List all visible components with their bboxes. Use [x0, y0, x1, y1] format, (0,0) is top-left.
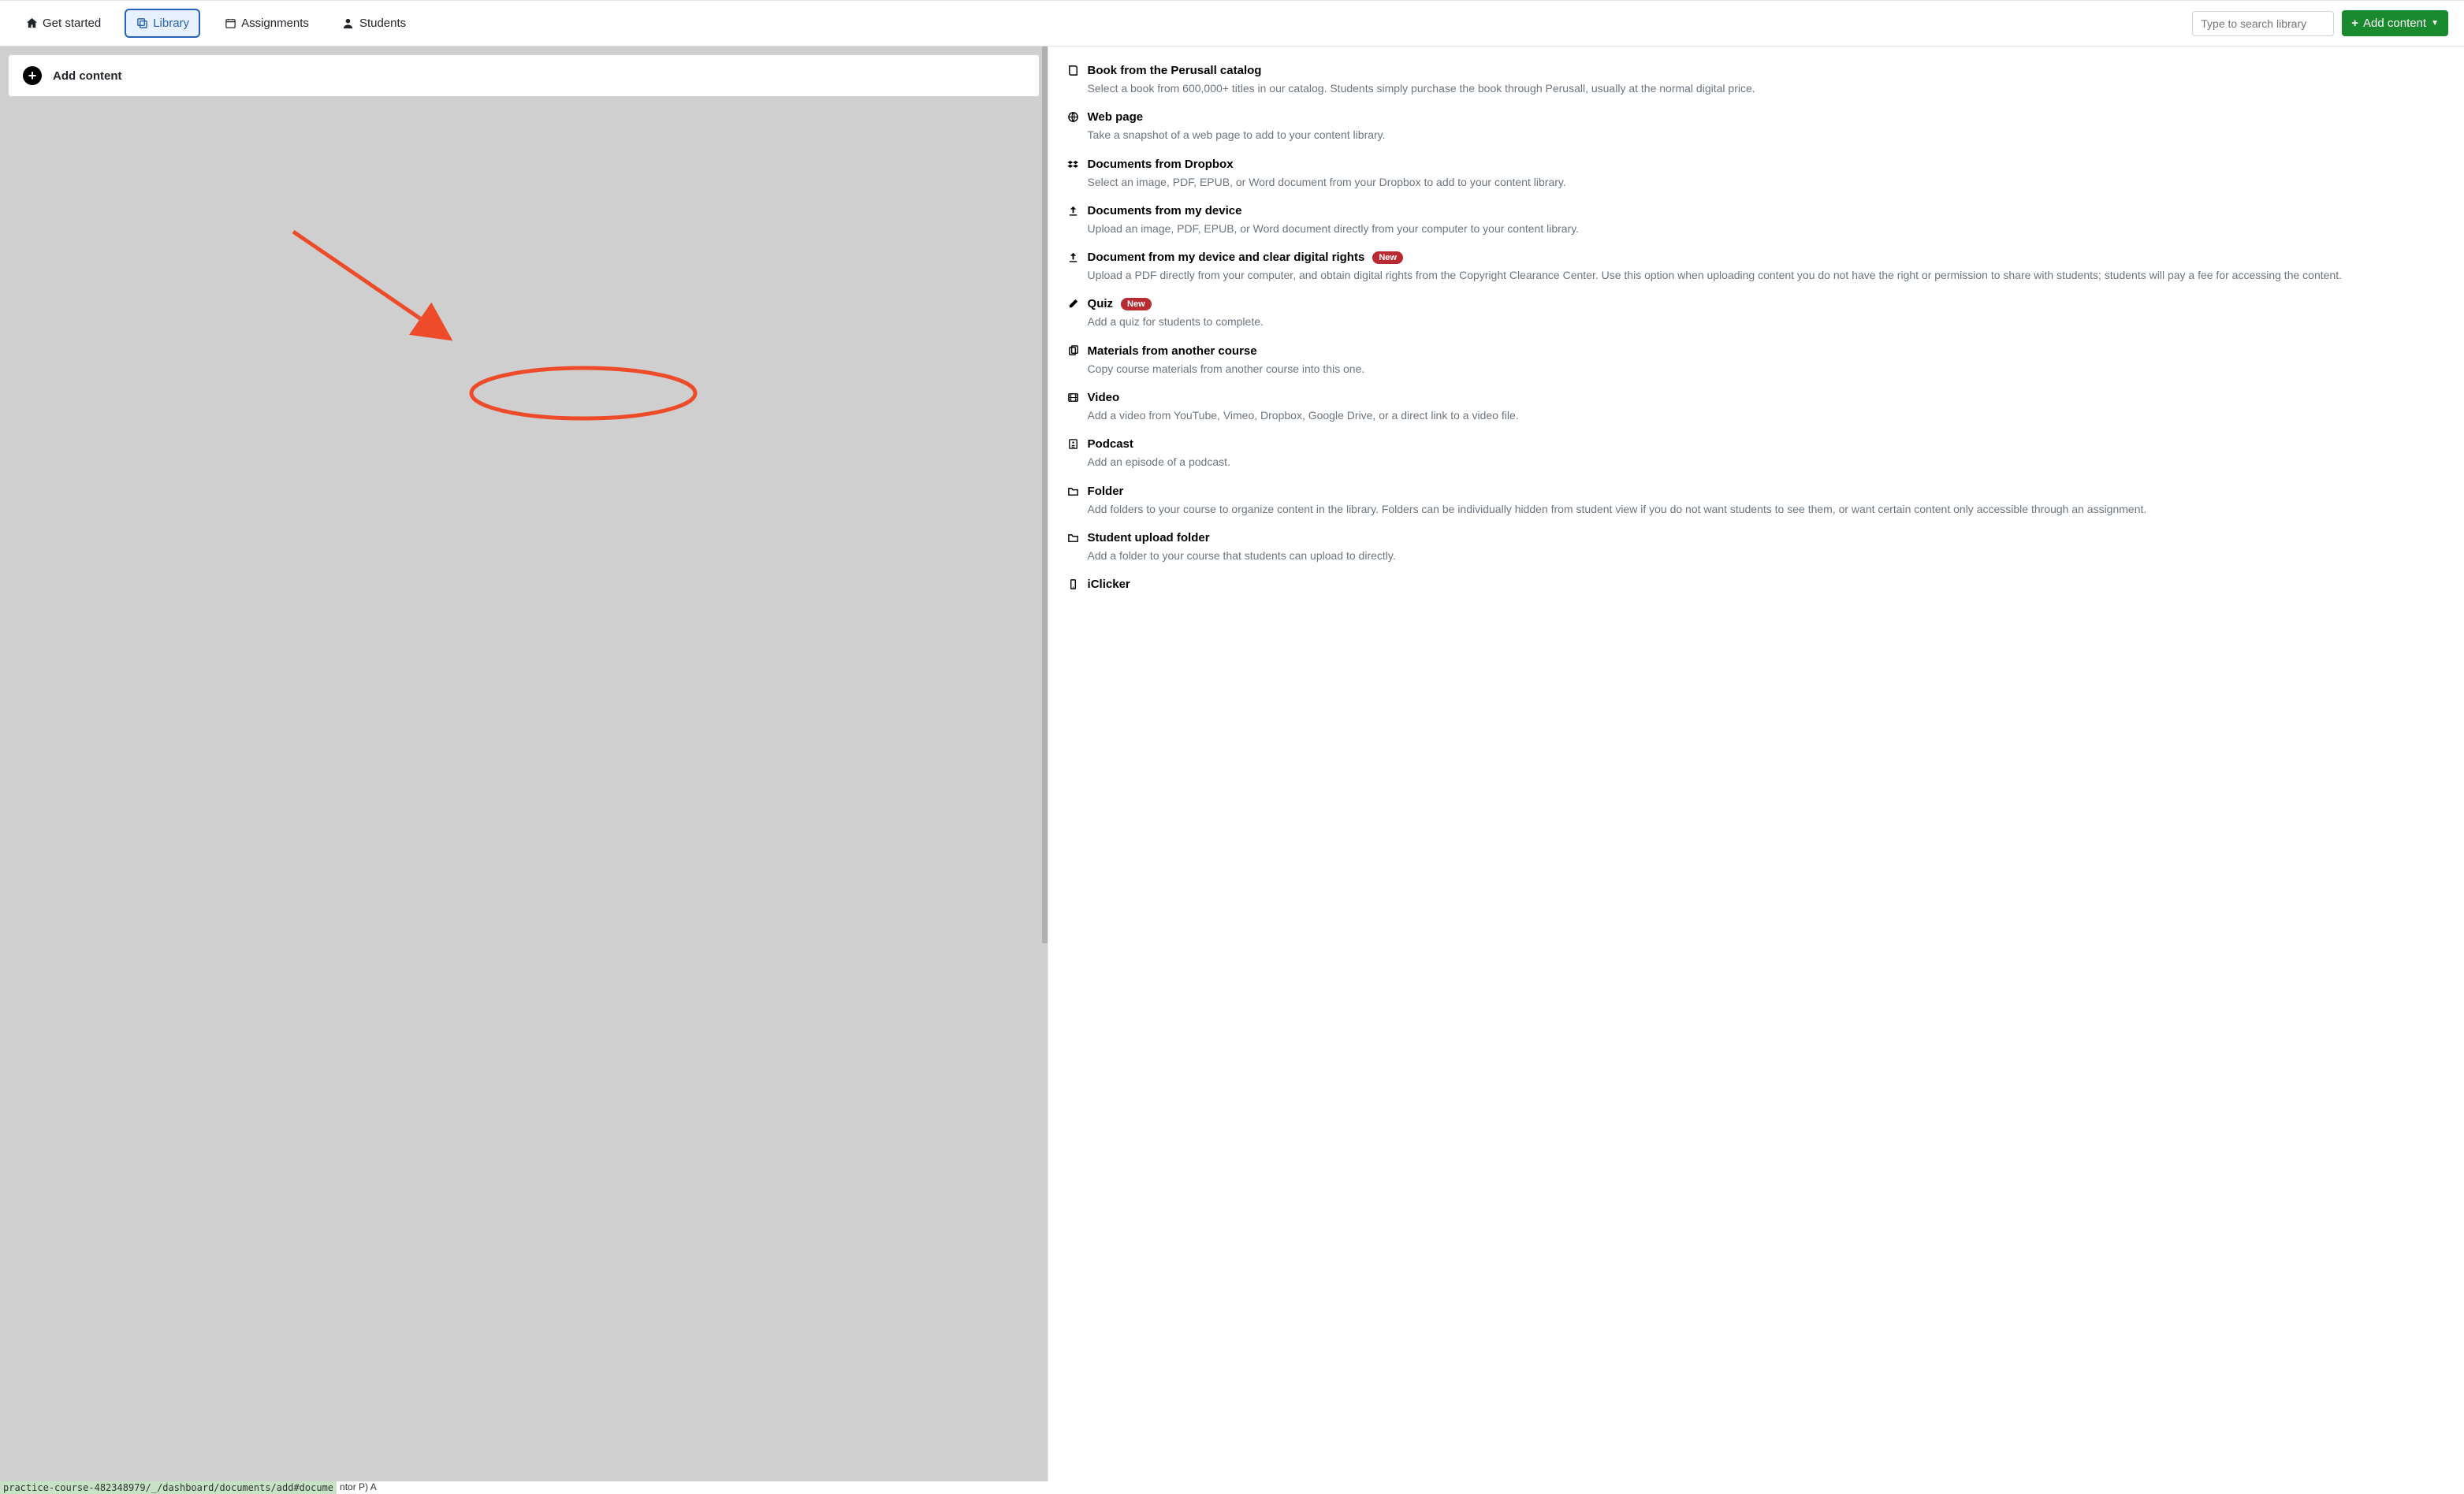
option-title: Documents from Dropbox: [1088, 158, 1234, 171]
option-title: Web page: [1088, 110, 1144, 124]
option-title: iClicker: [1088, 578, 1130, 591]
new-badge: New: [1372, 251, 1403, 264]
option-desc: Take a snapshot of a web page to add to …: [1088, 127, 2455, 143]
option-title-row: Documents from my device: [1067, 204, 2455, 217]
copy-icon: [136, 17, 148, 30]
option-title-row: Book from the Perusall catalog: [1067, 64, 2455, 77]
option-title-row: Materials from another course: [1067, 344, 2455, 358]
option-title: Podcast: [1088, 437, 1133, 451]
main: + Add content Book from the Perusall cat…: [0, 46, 2464, 1493]
mobile-icon: [1067, 578, 1080, 590]
option-desc: Add a video from YouTube, Vimeo, Dropbox…: [1088, 407, 2455, 423]
top-actions: + Add content ▼: [2192, 10, 2448, 36]
nav-tabs: Get started Library Assignments Students: [16, 9, 415, 38]
tab-assignments-label: Assignments: [241, 17, 309, 30]
option-title: Documents from my device: [1088, 204, 1242, 217]
tab-get-started[interactable]: Get started: [16, 10, 110, 36]
plus-circle-icon: +: [23, 66, 42, 85]
option-desc: Upload a PDF directly from your computer…: [1088, 267, 2455, 283]
content-option-documents-from-dropbox[interactable]: Documents from Dropbox Select an image, P…: [1067, 158, 2455, 190]
home-icon: [25, 17, 38, 30]
copy-icon: [1067, 345, 1080, 357]
status-url: practice-course-482348979/_/dashboard/do…: [0, 1481, 337, 1494]
upload-icon: [1067, 205, 1080, 217]
dropbox-icon: [1067, 158, 1080, 170]
option-desc: Add an episode of a podcast.: [1088, 454, 2455, 470]
content-option-materials-from-another-course[interactable]: Materials from another course Copy course…: [1067, 344, 2455, 377]
tab-get-started-label: Get started: [43, 17, 101, 30]
add-content-row-label: Add content: [53, 69, 122, 83]
plus-icon: +: [2351, 17, 2358, 30]
option-desc: Add a folder to your course that student…: [1088, 548, 2455, 563]
tab-library[interactable]: Library: [125, 9, 200, 38]
option-title-row: Quiz New: [1067, 297, 2455, 310]
option-title-row: Web page: [1067, 110, 2455, 124]
search-input[interactable]: [2192, 11, 2334, 36]
add-content-button-label: Add content: [2363, 17, 2426, 30]
option-desc: Add folders to your course to organize c…: [1088, 501, 2455, 517]
content-option-iclicker[interactable]: iClicker: [1067, 578, 2455, 591]
left-panel: + Add content: [0, 46, 1048, 1493]
option-title: Quiz: [1088, 297, 1114, 310]
option-desc: Add a quiz for students to complete.: [1088, 314, 2455, 329]
content-option-documents-from-my-device[interactable]: Documents from my device Upload an image,…: [1067, 204, 2455, 236]
option-title: Folder: [1088, 485, 1124, 498]
option-title: Materials from another course: [1088, 344, 1257, 358]
folder-icon: [1067, 532, 1080, 544]
pencil-icon: [1067, 298, 1080, 310]
tab-library-label: Library: [153, 17, 189, 30]
film-icon: [1067, 392, 1080, 403]
upload-icon: [1067, 251, 1080, 263]
content-option-podcast[interactable]: Podcast Add an episode of a podcast.: [1067, 437, 2455, 470]
option-desc: Copy course materials from another cours…: [1088, 361, 2455, 377]
add-content-row[interactable]: + Add content: [8, 54, 1040, 97]
folder-icon: [1067, 485, 1080, 497]
caret-down-icon: ▼: [2431, 19, 2439, 28]
option-desc: Upload an image, PDF, EPUB, or Word docu…: [1088, 221, 2455, 236]
status-suffix: ntor P) A: [337, 1481, 377, 1494]
new-badge: New: [1121, 298, 1152, 310]
option-title: Student upload folder: [1088, 531, 1210, 544]
add-content-button[interactable]: + Add content ▼: [2342, 10, 2448, 36]
option-title-row: iClicker: [1067, 578, 2455, 591]
content-option-video[interactable]: Video Add a video from YouTube, Vimeo, Dr…: [1067, 391, 2455, 423]
content-option-book-from-the-perusall-catalog[interactable]: Book from the Perusall catalog Select a b…: [1067, 64, 2455, 96]
option-title-row: Folder: [1067, 485, 2455, 498]
tab-students-label: Students: [359, 17, 406, 30]
option-desc: Select a book from 600,000+ titles in ou…: [1088, 80, 2455, 96]
tab-assignments[interactable]: Assignments: [214, 10, 318, 36]
right-panel: Book from the Perusall catalog Select a b…: [1048, 46, 2464, 1493]
option-desc: Select an image, PDF, EPUB, or Word docu…: [1088, 174, 2455, 190]
option-title: Document from my device and clear digita…: [1088, 251, 1365, 264]
option-title-row: Documents from Dropbox: [1067, 158, 2455, 171]
globe-icon: [1067, 111, 1080, 123]
content-option-student-upload-folder[interactable]: Student upload folder Add a folder to you…: [1067, 531, 2455, 563]
top-bar: Get started Library Assignments Students…: [0, 0, 2464, 46]
content-option-web-page[interactable]: Web page Take a snapshot of a web page to…: [1067, 110, 2455, 143]
option-title-row: Document from my device and clear digita…: [1067, 251, 2455, 264]
user-icon: [342, 17, 355, 30]
option-title-row: Podcast: [1067, 437, 2455, 451]
content-option-document-from-my-device-and-clear-digital-rights[interactable]: Document from my device and clear digita…: [1067, 251, 2455, 283]
tab-students[interactable]: Students: [333, 10, 415, 36]
content-option-folder[interactable]: Folder Add folders to your course to orga…: [1067, 485, 2455, 517]
book-icon: [1067, 65, 1080, 76]
status-bar: practice-course-482348979/_/dashboard/do…: [0, 1481, 2464, 1494]
option-title: Book from the Perusall catalog: [1088, 64, 1262, 77]
option-title: Video: [1088, 391, 1120, 404]
calendar-icon: [224, 17, 236, 30]
option-title-row: Video: [1067, 391, 2455, 404]
option-title-row: Student upload folder: [1067, 531, 2455, 544]
podcast-icon: [1067, 438, 1080, 450]
content-option-quiz[interactable]: Quiz New Add a quiz for students to comple…: [1067, 297, 2455, 329]
